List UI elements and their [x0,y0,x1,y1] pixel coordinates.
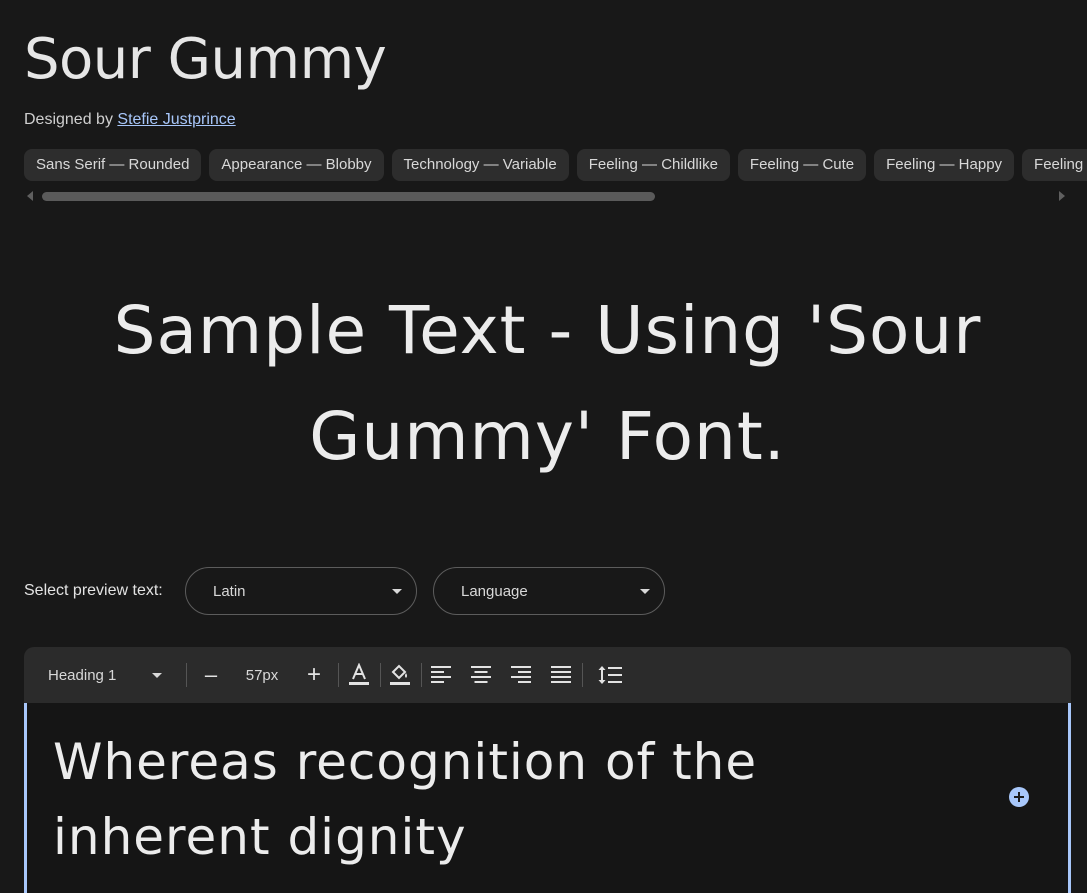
script-select-value: Latin [213,583,246,600]
tag-chip[interactable]: Technology — Variable [391,149,569,181]
language-select-value: Language [461,583,528,600]
chevron-down-icon [152,673,162,678]
align-right-icon[interactable] [506,647,536,703]
toolbar-divider [380,663,381,687]
toolbar-divider [186,663,187,687]
tag-list: Sans Serif — Rounded Appearance — Blobby T… [24,149,1087,181]
increase-size-button[interactable]: + [299,647,329,703]
decrease-size-button[interactable]: – [196,647,226,703]
sample-text-preview: Sample Text - Using 'Sour Gummy' Font. [113,292,982,475]
toolbar-divider [582,663,583,687]
align-center-icon[interactable] [466,647,496,703]
preview-text-label: Select preview text: [24,582,163,599]
chevron-down-icon [640,589,650,594]
preview-editor[interactable]: Whereas recognition of the inherent dign… [24,703,1071,893]
font-title: Sour Gummy [24,27,387,92]
add-circle-icon[interactable] [1009,787,1029,807]
font-size-value[interactable]: 57px [234,647,290,703]
text-style-value: Heading 1 [48,666,117,684]
language-select[interactable]: Language [433,567,665,615]
text-color-icon[interactable] [344,647,374,703]
scroll-left-arrow-icon[interactable] [27,191,33,201]
tag-chip[interactable]: Feeling — Playful [1022,149,1087,181]
tag-chip[interactable]: Feeling — Happy [874,149,1015,181]
align-justify-icon[interactable] [546,647,576,703]
designed-by-prefix: Designed by [24,111,113,128]
scroll-right-arrow-icon[interactable] [1059,191,1065,201]
editor-text[interactable]: Whereas recognition of the inherent dign… [53,725,953,875]
designer-line: Designed by Stefie Justprince [24,110,236,130]
designer-link[interactable]: Stefie Justprince [117,111,235,128]
align-left-icon[interactable] [426,647,456,703]
line-height-icon[interactable] [594,647,626,703]
text-style-select[interactable]: Heading 1 [36,647,176,703]
editor-toolbar: Heading 1 – 57px + [24,647,1071,703]
tag-chip[interactable]: Appearance — Blobby [209,149,384,181]
tag-chip[interactable]: Feeling — Childlike [576,149,730,181]
horizontal-scrollbar-thumb[interactable] [42,192,655,201]
chevron-down-icon [392,589,402,594]
tag-chip[interactable]: Feeling — Cute [737,149,867,181]
toolbar-divider [338,663,339,687]
script-select[interactable]: Latin [185,567,417,615]
toolbar-divider [421,663,422,687]
tag-chip[interactable]: Sans Serif — Rounded [24,149,202,181]
highlight-color-icon[interactable] [385,647,415,703]
